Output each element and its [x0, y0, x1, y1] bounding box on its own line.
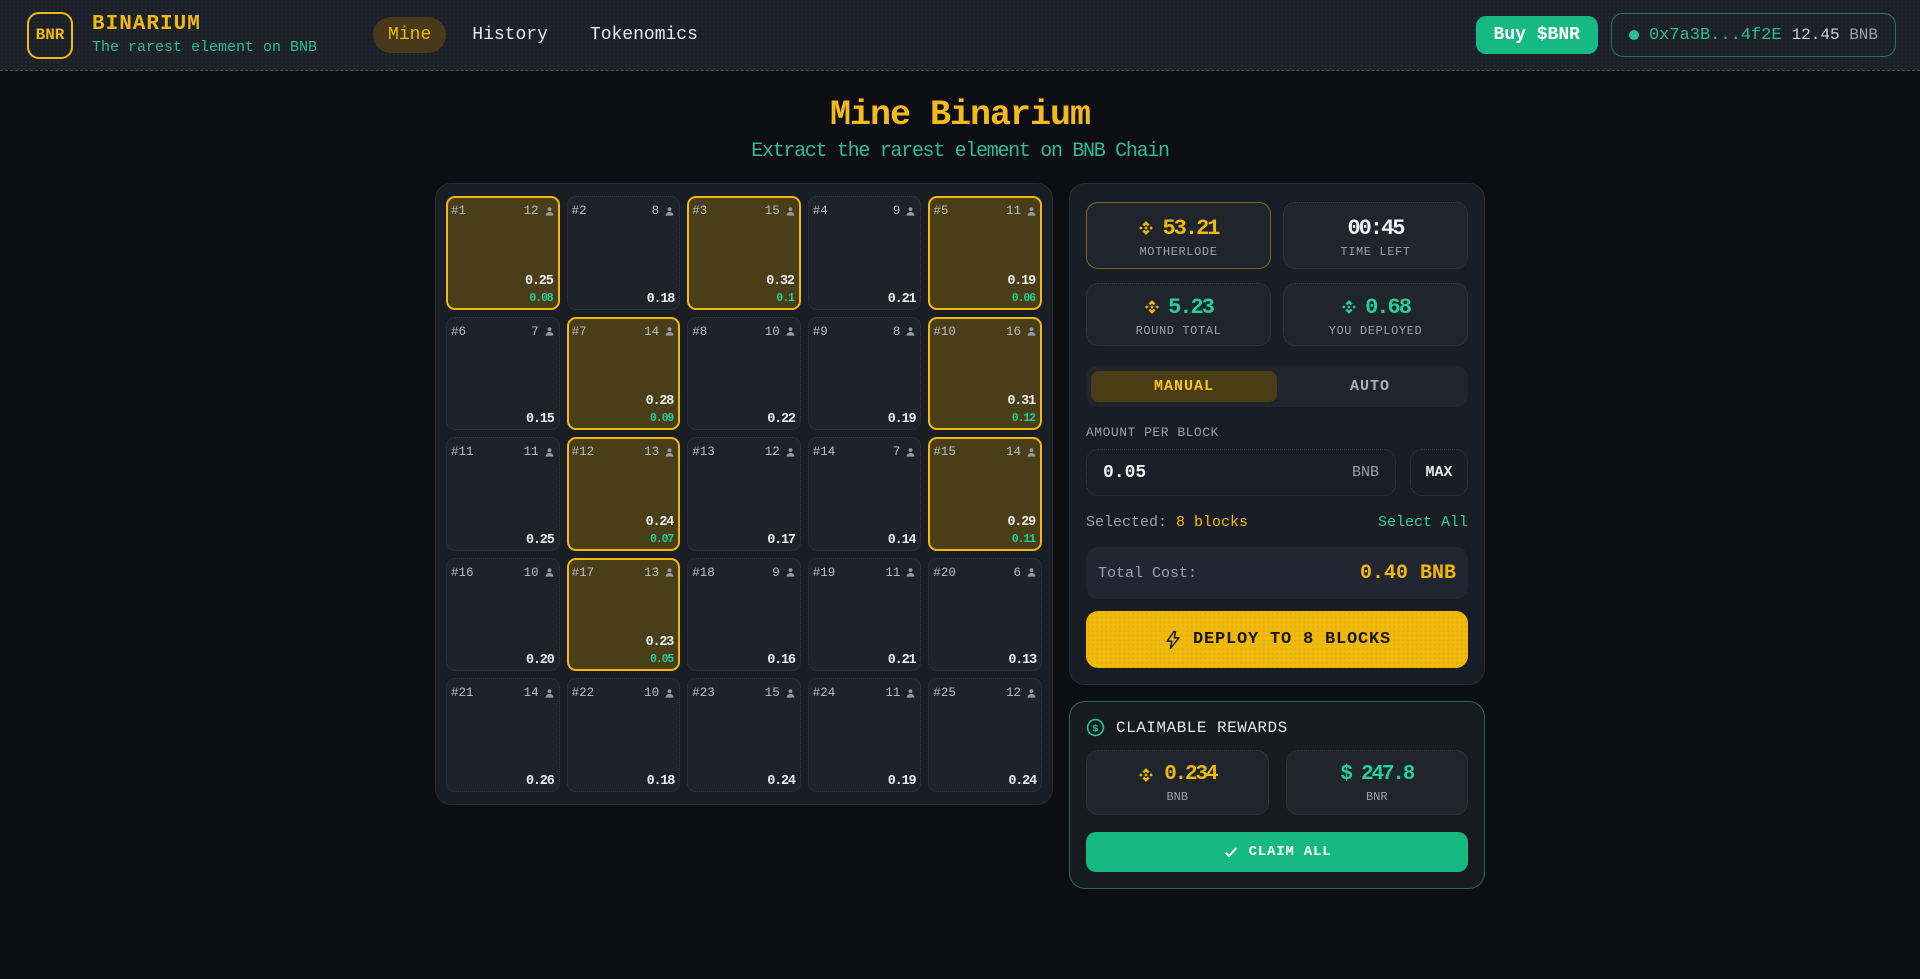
- svg-text:$: $: [1092, 723, 1099, 735]
